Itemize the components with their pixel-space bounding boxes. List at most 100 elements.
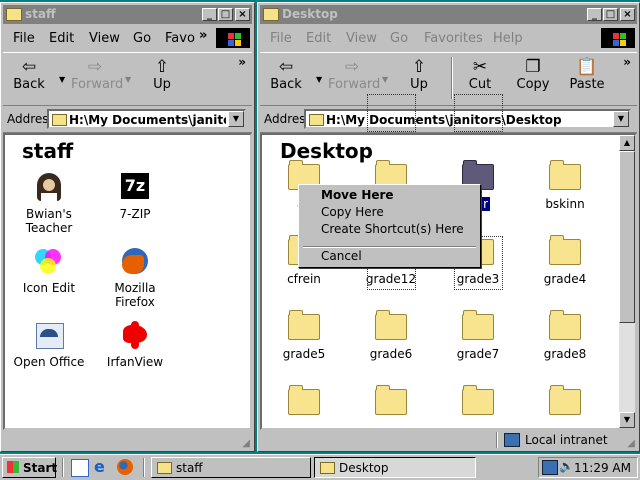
folder-icon — [288, 310, 320, 340]
internet-explorer-icon[interactable]: e — [94, 459, 110, 475]
toolbar: ⇦ Back ▼ ⇨ Forward ▼ ⇧ Up » — [3, 52, 252, 106]
minimize-button[interactable]: _ — [587, 8, 602, 21]
firefox-icon[interactable] — [117, 459, 133, 475]
taskbar-button-desktop[interactable]: Desktop — [314, 457, 476, 478]
edit-document-icon[interactable] — [71, 459, 89, 477]
menu-help[interactable]: Help — [493, 31, 523, 46]
clock[interactable]: 11:29 AM — [574, 461, 631, 475]
drag-drop-context-menu: Move Here Copy Here Create Shortcut(s) H… — [298, 184, 481, 268]
volume-icon[interactable]: 🔈 — [559, 459, 574, 473]
cut-button[interactable]: ✂ Cut — [456, 57, 504, 92]
start-button[interactable]: Start — [2, 457, 58, 478]
shortcut-mozilla-firefox[interactable]: Mozilla Firefox — [93, 245, 177, 309]
up-folder-icon: ⇧ — [154, 57, 170, 77]
folder-item[interactable] — [262, 385, 346, 422]
shortcut-open-office[interactable]: Open Office — [7, 319, 91, 369]
folder-item[interactable]: grade4 — [523, 235, 607, 286]
folder-icon — [375, 385, 407, 415]
folder-icon — [549, 160, 581, 190]
toolbar-overflow-chevron-icon[interactable]: » — [238, 55, 246, 69]
address-dropdown-icon[interactable]: ▼ — [228, 111, 244, 127]
toolbar-overflow-chevron-icon[interactable]: » — [623, 55, 631, 69]
folder-item[interactable] — [349, 385, 433, 422]
menu-file[interactable]: File — [13, 31, 35, 46]
menu-separator — [303, 246, 476, 248]
forward-dropdown-icon[interactable]: ▼ — [125, 75, 131, 84]
folder-item[interactable]: grade7 — [436, 310, 520, 361]
network-icon[interactable] — [542, 460, 558, 475]
staff-content-pane[interactable]: staff Bwian's Teacher 7z 7-ZIP Icon Edit — [3, 133, 252, 430]
menu-item-cancel[interactable]: Cancel — [321, 249, 362, 263]
folder-label: grade6 — [369, 347, 413, 361]
copy-button[interactable]: ❐ Copy — [509, 57, 557, 92]
paste-button[interactable]: 📋 Paste — [563, 57, 611, 92]
menu-edit[interactable]: Edit — [49, 31, 74, 46]
system-tray: 🔈 11:29 AM — [538, 457, 638, 478]
folder-label: bskinn — [545, 197, 585, 211]
start-label: Start — [23, 461, 58, 475]
menu-view[interactable]: View — [89, 31, 120, 46]
back-dropdown-icon[interactable]: ▼ — [59, 75, 65, 84]
forward-arrow-icon: ⇨ — [87, 57, 103, 77]
menu-overflow-chevron-icon[interactable]: » — [199, 28, 207, 43]
address-bar: Address H:\My Documents\janitors ▼ — [3, 106, 252, 133]
shortcut-icon-edit[interactable]: Icon Edit — [7, 245, 91, 295]
menu-favorites[interactable]: Favorites — [424, 31, 483, 46]
folder-heading: staff — [22, 139, 74, 163]
back-dropdown-icon[interactable]: ▼ — [316, 75, 322, 84]
folder-item[interactable]: bskinn — [523, 160, 607, 211]
menu-item-copy-here[interactable]: Copy Here — [321, 205, 384, 219]
address-bar: Address H:\My Documents\janitors\Desktop… — [260, 106, 637, 133]
forward-arrow-icon: ⇨ — [344, 57, 360, 77]
taskbar-button-staff[interactable]: staff — [151, 457, 311, 478]
folder-item[interactable]: grade6 — [349, 310, 433, 361]
forward-button[interactable]: ⇨ Forward — [71, 57, 123, 92]
desktop-content-pane[interactable]: Desktop achurbskinncfreingrade12grade3gr… — [260, 133, 637, 430]
close-button[interactable]: × — [235, 8, 250, 21]
back-button[interactable]: ⇦ Back — [262, 57, 310, 92]
scroll-up-icon[interactable]: ▲ — [619, 135, 635, 151]
folder-item[interactable]: grade8 — [523, 310, 607, 361]
shortcut-irfanview[interactable]: IrfanView — [93, 319, 177, 369]
folder-item[interactable]: grade5 — [262, 310, 346, 361]
folder-icon — [320, 462, 335, 474]
back-label: Back — [270, 77, 302, 92]
task-label: staff — [176, 461, 203, 475]
folder-icon — [549, 385, 581, 415]
staff-titlebar[interactable]: staff _ □ × — [3, 5, 252, 24]
forward-button[interactable]: ⇨ Forward — [328, 57, 380, 92]
menu-view[interactable]: View — [346, 31, 377, 46]
menu-file[interactable]: File — [270, 31, 292, 46]
maximize-button[interactable]: □ — [218, 8, 233, 21]
menu-edit[interactable]: Edit — [306, 31, 331, 46]
up-button[interactable]: ⇧ Up — [138, 57, 186, 92]
forward-label: Forward — [328, 77, 381, 92]
scissors-icon: ✂ — [472, 57, 488, 77]
minimize-button[interactable]: _ — [202, 8, 217, 21]
folder-item[interactable] — [436, 385, 520, 422]
openoffice-icon — [33, 319, 65, 351]
up-button[interactable]: ⇧ Up — [395, 57, 443, 92]
shortcut-7zip[interactable]: 7z 7-ZIP — [93, 171, 177, 221]
menu-item-move-here[interactable]: Move Here — [321, 188, 394, 202]
forward-dropdown-icon[interactable]: ▼ — [382, 75, 388, 84]
close-button[interactable]: × — [620, 8, 635, 21]
maximize-button[interactable]: □ — [603, 8, 618, 21]
desktop-titlebar[interactable]: Desktop _ □ × — [260, 5, 637, 24]
resize-grip-icon[interactable]: ◢ — [627, 438, 635, 449]
scroll-thumb[interactable] — [619, 151, 635, 323]
resize-grip-icon[interactable]: ◢ — [242, 438, 250, 449]
scroll-down-icon[interactable]: ▼ — [619, 412, 635, 428]
address-dropdown-icon[interactable]: ▼ — [613, 111, 629, 127]
folder-icon — [462, 385, 494, 415]
folder-item[interactable] — [523, 385, 607, 422]
shortcut-bwians-teacher[interactable]: Bwian's Teacher — [7, 171, 91, 235]
menu-go[interactable]: Go — [133, 31, 151, 46]
address-input[interactable]: H:\My Documents\janitors ▼ — [47, 109, 246, 129]
toolbar-divider — [451, 57, 453, 99]
back-button[interactable]: ⇦ Back — [5, 57, 53, 92]
menu-favorites[interactable]: Favo — [165, 31, 195, 46]
menu-item-create-shortcut[interactable]: Create Shortcut(s) Here — [321, 222, 464, 236]
menu-go[interactable]: Go — [390, 31, 408, 46]
vertical-scrollbar[interactable]: ▲ ▼ — [619, 135, 635, 428]
